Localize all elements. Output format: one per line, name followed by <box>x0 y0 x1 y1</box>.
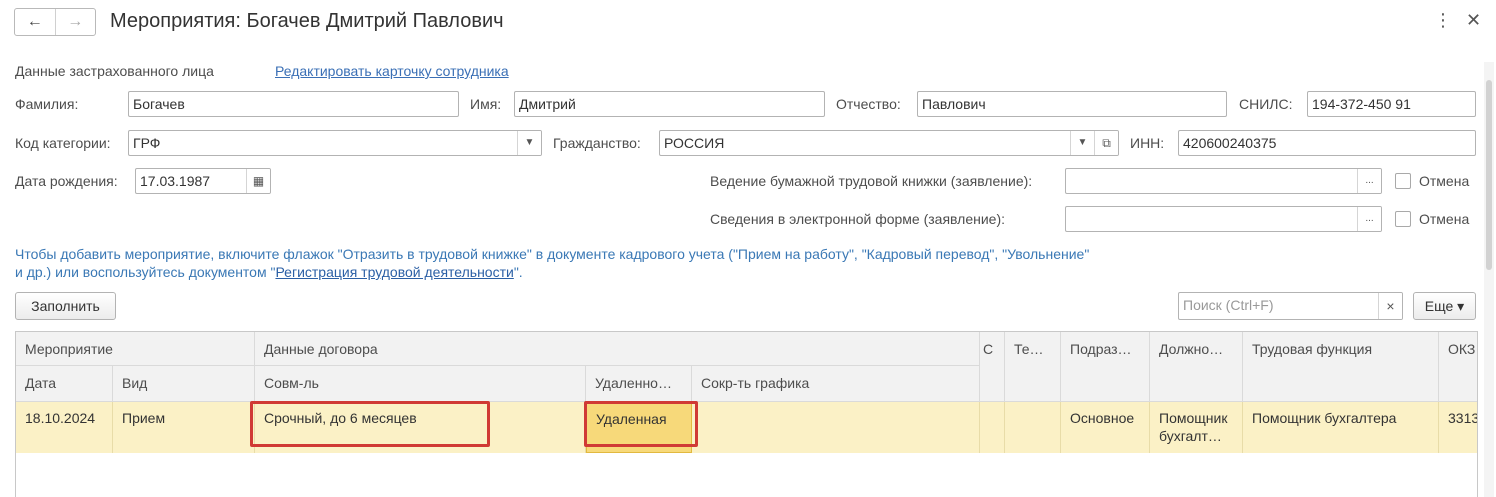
clear-search-icon[interactable]: × <box>1378 293 1402 319</box>
more-menu-icon[interactable]: ⋮ <box>1434 10 1452 31</box>
cancel-label-paper: Отмена <box>1419 173 1470 189</box>
category-select[interactable]: ГРФ ▼ <box>128 130 542 156</box>
header-reduced[interactable]: Сокр-ть графика <box>692 366 980 402</box>
row-division[interactable]: Основное <box>1061 402 1150 453</box>
paper-book-label: Ведение бумажной трудовой книжки (заявле… <box>710 173 1033 189</box>
header-event[interactable]: Мероприятие <box>16 332 255 366</box>
patronymic-field[interactable]: Павлович <box>917 91 1227 117</box>
surname-label: Фамилия: <box>15 96 79 112</box>
cancel-checkbox-paper[interactable] <box>1395 173 1411 189</box>
header-position[interactable]: Должно… <box>1150 332 1243 402</box>
name-field[interactable]: Дмитрий <box>514 91 825 117</box>
header-remote[interactable]: Удаленно… <box>586 366 692 402</box>
inn-field[interactable]: 420600240375 <box>1178 130 1476 156</box>
registration-link[interactable]: Регистрация трудовой деятельности <box>275 264 513 280</box>
info-text-part2: ". <box>513 264 523 280</box>
header-contract[interactable]: Данные договора <box>255 332 980 366</box>
cancel-label-electronic: Отмена <box>1419 211 1470 227</box>
row-date[interactable]: 18.10.2024 <box>16 402 113 453</box>
select-dots-icon[interactable]: ... <box>1357 207 1381 231</box>
header-date[interactable]: Дата <box>16 366 113 402</box>
edit-employee-link[interactable]: Редактировать карточку сотрудника <box>275 62 509 80</box>
header-type[interactable]: Вид <box>113 366 255 402</box>
inn-label: ИНН: <box>1130 135 1165 151</box>
header-division[interactable]: Подраз… <box>1061 332 1150 402</box>
scrollbar-thumb[interactable] <box>1486 80 1492 270</box>
more-button[interactable]: Еще ▾ <box>1413 292 1476 320</box>
info-text: Чтобы добавить мероприятие, включите фла… <box>15 245 1095 281</box>
row-c[interactable] <box>980 402 1005 453</box>
citizenship-value: РОССИЯ <box>664 135 725 151</box>
search-input[interactable]: Поиск (Ctrl+F) × <box>1178 292 1403 320</box>
paper-book-field[interactable]: ... <box>1065 168 1382 194</box>
row-position[interactable]: Помощник бухгалт… <box>1150 402 1243 453</box>
annotation-box-remote <box>584 401 698 447</box>
open-form-icon[interactable]: ⧉ <box>1094 131 1118 155</box>
header-combination[interactable]: Совм-ль <box>255 366 586 402</box>
navigation-buttons: ← → <box>14 8 96 36</box>
row-okz[interactable]: 3313 <box>1439 402 1477 453</box>
category-value: ГРФ <box>133 135 161 151</box>
row-function[interactable]: Помощник бухгалтера <box>1243 402 1439 453</box>
header-okz[interactable]: ОКЗ <box>1439 332 1477 402</box>
info-text-part1: Чтобы добавить мероприятие, включите фла… <box>15 246 1090 280</box>
electronic-field[interactable]: ... <box>1065 206 1382 232</box>
surname-field[interactable]: Богачев <box>128 91 459 117</box>
citizenship-select[interactable]: РОССИЯ ▼ ⧉ <box>659 130 1119 156</box>
cancel-checkbox-electronic[interactable] <box>1395 211 1411 227</box>
dropdown-arrow-icon[interactable]: ▼ <box>1070 131 1094 155</box>
events-table: Мероприятие Данные договора С Те… Подраз… <box>15 331 1478 497</box>
search-placeholder: Поиск (Ctrl+F) <box>1183 297 1274 313</box>
patronymic-label: Отчество: <box>836 96 901 112</box>
name-label: Имя: <box>470 96 502 112</box>
window-title: Мероприятия: Богачев Дмитрий Павлович <box>110 10 504 32</box>
birth-date-value: 17.03.1987 <box>140 173 211 189</box>
insured-section-label: Данные застрахованного лица <box>15 63 214 79</box>
snils-field[interactable]: 194-372-450 91 <box>1307 91 1476 117</box>
back-arrow-icon[interactable]: ← <box>15 9 55 35</box>
calendar-icon[interactable]: ▦ <box>246 169 270 193</box>
header-function[interactable]: Трудовая функция <box>1243 332 1439 402</box>
header-te[interactable]: Те… <box>1005 332 1061 402</box>
fill-button[interactable]: Заполнить <box>15 292 116 320</box>
forward-arrow-icon[interactable]: → <box>54 9 96 35</box>
row-type[interactable]: Прием <box>113 402 255 453</box>
row-reduced[interactable] <box>692 402 980 453</box>
select-dots-icon[interactable]: ... <box>1357 169 1381 193</box>
birth-date-label: Дата рождения: <box>15 173 118 189</box>
citizenship-label: Гражданство: <box>553 135 641 151</box>
dropdown-arrow-icon[interactable]: ▼ <box>517 131 541 155</box>
header-c[interactable]: С <box>980 332 1005 402</box>
birth-date-field[interactable]: 17.03.1987 ▦ <box>135 168 271 194</box>
annotation-box-contract <box>250 401 490 447</box>
electronic-label: Сведения в электронной форме (заявление)… <box>710 211 1005 227</box>
close-icon[interactable]: ✕ <box>1466 10 1481 31</box>
snils-label: СНИЛС: <box>1239 96 1293 112</box>
category-label: Код категории: <box>15 135 111 151</box>
row-te[interactable] <box>1005 402 1061 453</box>
